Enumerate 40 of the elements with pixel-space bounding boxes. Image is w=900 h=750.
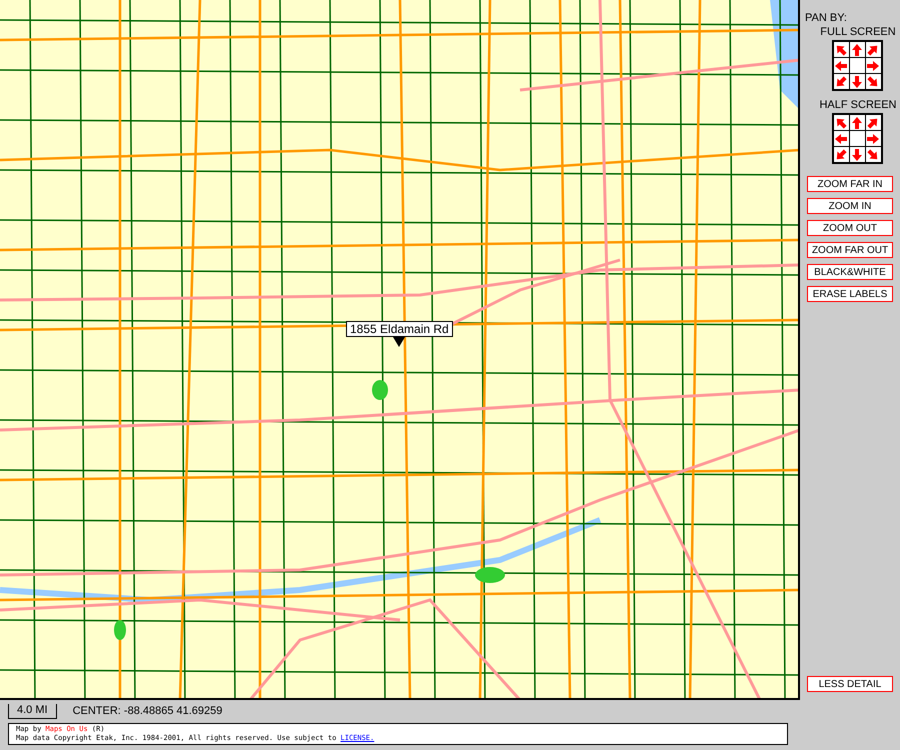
pan-button[interactable] <box>866 58 880 73</box>
pan-button[interactable] <box>834 131 848 146</box>
pad-center <box>850 58 864 73</box>
arrow-icon <box>851 116 863 128</box>
pan-button[interactable] <box>866 42 880 57</box>
detail-button[interactable]: LESS DETAIL <box>807 676 893 692</box>
center-coordinates: CENTER: -88.48865 41.69259 <box>72 705 222 717</box>
map-button[interactable]: BLACK&WHITE <box>807 264 893 280</box>
pan-button[interactable] <box>850 115 864 130</box>
pan-button[interactable] <box>834 42 848 57</box>
map-button[interactable]: ZOOM FAR IN <box>807 176 893 192</box>
pan-button[interactable] <box>834 147 848 162</box>
pan-button[interactable] <box>834 115 848 130</box>
map-drawing[interactable] <box>0 0 798 698</box>
arrow-icon <box>867 60 879 72</box>
pan-button[interactable] <box>866 147 880 162</box>
arrow-icon <box>851 148 863 160</box>
pan-button[interactable] <box>850 147 864 162</box>
arrow-icon <box>851 76 863 88</box>
map-button[interactable]: ERASE LABELS <box>807 286 893 302</box>
scale-bar: 4.0 MI <box>8 704 57 718</box>
arrow-icon <box>851 44 863 56</box>
arrow-icon <box>867 132 879 144</box>
pan-title: PAN BY: <box>805 12 847 24</box>
pad-center <box>850 131 864 146</box>
arrow-icon <box>835 132 847 144</box>
pan-label: FULL SCREEN <box>820 26 896 38</box>
pan-button[interactable] <box>866 74 880 89</box>
map-button[interactable]: ZOOM OUT <box>807 220 893 236</box>
pan-label: HALF SCREEN <box>819 99 897 111</box>
pan-button[interactable] <box>866 115 880 130</box>
pan-button[interactable] <box>834 74 848 89</box>
location-label: 1855 Eldamain Rd <box>346 321 453 337</box>
map-button[interactable]: ZOOM FAR OUT <box>807 242 893 258</box>
pan-button[interactable] <box>850 42 864 57</box>
pan-button[interactable] <box>850 74 864 89</box>
pan-button[interactable] <box>834 58 848 73</box>
arrow-icon <box>835 60 847 72</box>
pan-button[interactable] <box>866 131 880 146</box>
map-button[interactable]: ZOOM IN <box>807 198 893 214</box>
